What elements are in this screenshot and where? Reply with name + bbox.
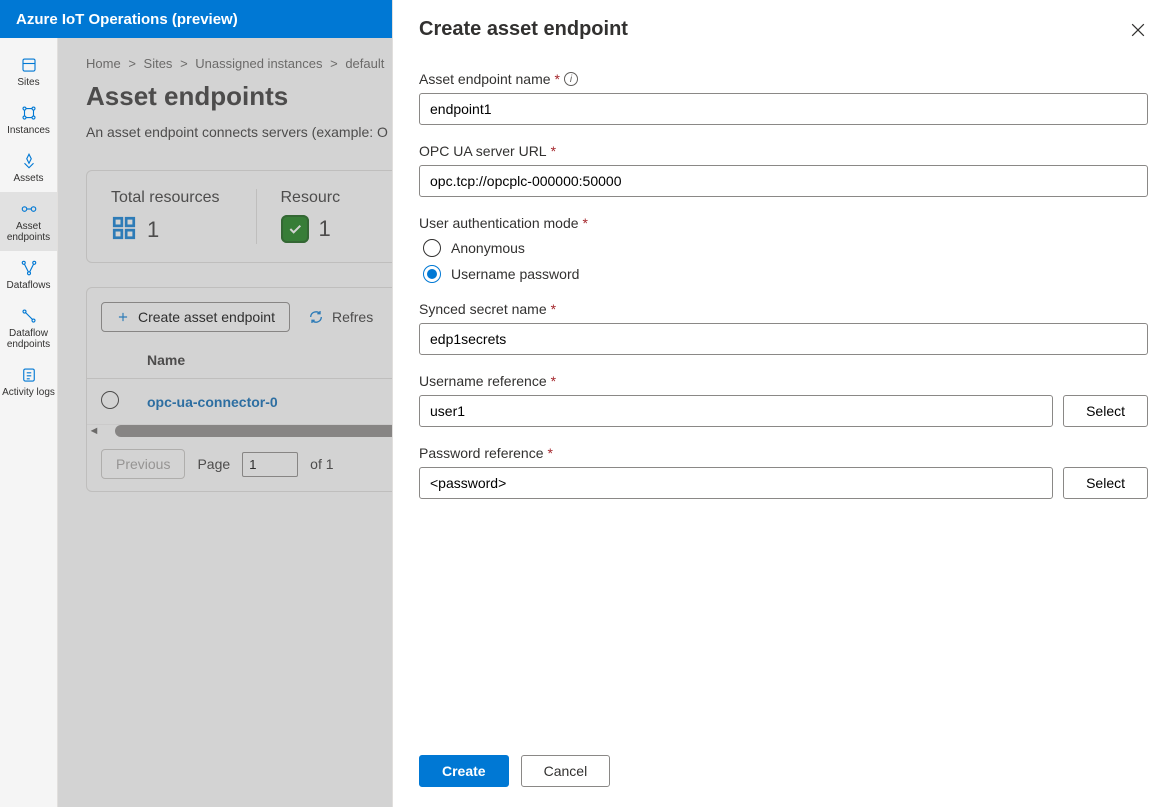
nav-asset-endpoints[interactable]: Asset endpoints [0,192,57,251]
nav-dataflow-endpoints[interactable]: Dataflow endpoints [0,299,57,358]
app-title: Azure IoT Operations (preview) [16,11,238,28]
nav-activity-logs-label: Activity logs [2,387,55,398]
nav-instances[interactable]: Instances [0,96,57,144]
required-icon: * [551,301,556,317]
dataflow-endpoints-icon [20,307,38,325]
cancel-button[interactable]: Cancel [521,755,611,787]
required-icon: * [548,445,553,461]
server-url-label: OPC UA server URL [419,143,547,159]
panel-title: Create asset endpoint [419,18,628,41]
nav-asset-endpoints-label: Asset endpoints [2,221,55,243]
password-select-button[interactable]: Select [1063,467,1148,499]
username-ref-label: Username reference [419,373,547,389]
nav-sites[interactable]: Sites [0,48,57,96]
auth-usernamepw-label: Username password [451,266,579,282]
instances-icon [20,104,38,122]
auth-anonymous-label: Anonymous [451,240,525,256]
dataflows-icon [20,259,38,277]
password-ref-label: Password reference [419,445,544,461]
server-url-input[interactable] [419,165,1148,197]
required-icon: * [551,373,556,389]
nav-dataflows[interactable]: Dataflows [0,251,57,299]
radio-icon [423,239,441,257]
auth-mode-label: User authentication mode [419,215,579,231]
nav-dataflows-label: Dataflows [7,280,51,291]
close-icon[interactable] [1128,20,1148,40]
required-icon: * [551,143,556,159]
secret-name-input[interactable] [419,323,1148,355]
username-select-button[interactable]: Select [1063,395,1148,427]
info-icon[interactable]: i [564,72,578,86]
sites-icon [20,56,38,74]
activity-logs-icon [20,366,38,384]
nav-activity-logs[interactable]: Activity logs [0,358,57,406]
username-ref-input[interactable] [419,395,1053,427]
create-button[interactable]: Create [419,755,509,787]
create-asset-endpoint-panel: Create asset endpoint Asset endpoint nam… [392,0,1174,807]
nav-assets[interactable]: Assets [0,144,57,192]
nav-sites-label: Sites [17,77,39,88]
auth-usernamepw-radio[interactable]: Username password [423,265,1148,283]
required-icon: * [583,215,588,231]
nav-dataflow-endpoints-label: Dataflow endpoints [2,328,55,350]
asset-endpoints-icon [20,200,38,218]
endpoint-name-label: Asset endpoint name [419,71,551,87]
password-ref-input[interactable] [419,467,1053,499]
nav-instances-label: Instances [7,125,50,136]
assets-icon [20,152,38,170]
left-nav: Sites Instances Assets Asset endpoints D… [0,38,58,807]
radio-icon [423,265,441,283]
endpoint-name-input[interactable] [419,93,1148,125]
nav-assets-label: Assets [13,173,43,184]
required-icon: * [555,71,560,87]
auth-anonymous-radio[interactable]: Anonymous [423,239,1148,257]
secret-name-label: Synced secret name [419,301,547,317]
